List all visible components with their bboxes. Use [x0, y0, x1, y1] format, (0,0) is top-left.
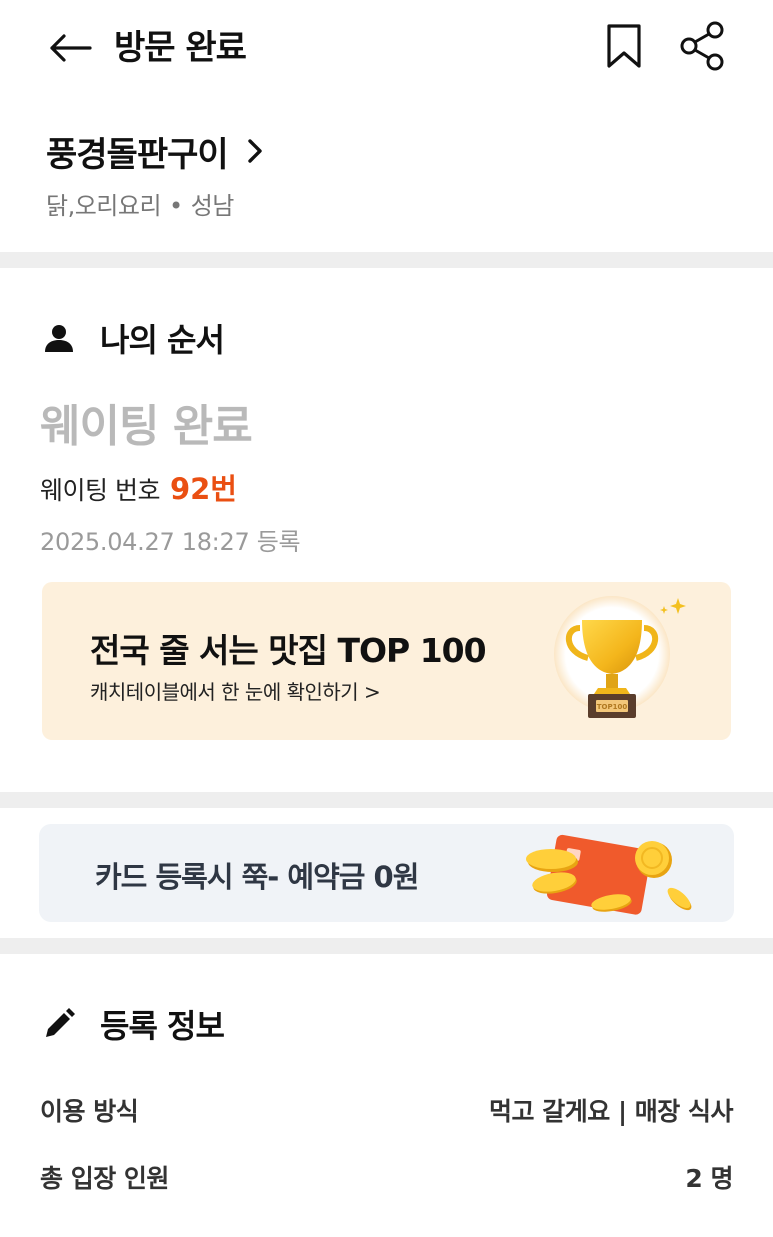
arrow-left-icon	[50, 34, 92, 62]
waiting-number-row: 웨이팅 번호 92번	[40, 466, 237, 508]
my-order-header: 나의 순서	[42, 316, 225, 360]
top100-banner-subtitle: 캐치테이블에서 한 눈에 확인하기 >	[90, 680, 381, 704]
person-icon	[45, 325, 73, 352]
registered-timestamp: 2025.04.27 18:27 등록	[40, 528, 301, 556]
store-category: 닭,오리요리	[46, 192, 162, 220]
bookmark-icon	[607, 24, 641, 68]
pencil-icon	[46, 1008, 75, 1037]
store-location: 성남	[190, 192, 235, 220]
registration-title: 등록 정보	[100, 1007, 225, 1045]
meta-separator: •	[169, 192, 183, 220]
top100-banner[interactable]: 전국 줄 서는 맛집 TOP 100 캐치테이블에서 한 눈에 확인하기 > T…	[42, 582, 731, 740]
bookmark-button[interactable]	[598, 18, 650, 74]
share-button[interactable]	[674, 18, 732, 74]
my-order-title: 나의 순서	[100, 321, 225, 359]
credit-card-coins-icon	[526, 834, 692, 915]
page-title: 방문 완료	[114, 28, 247, 68]
card-banner-title: 카드 등록시 쭉- 예약금 0원	[95, 860, 419, 894]
visit-complete-page: 방문 완료 풍경돌판구이 닭,오리요리 • 성남 나의 순서 웨이팅 완료 웨이…	[0, 0, 773, 1237]
top100-banner-title: 전국 줄 서는 맛집 TOP 100	[90, 631, 487, 670]
info-label: 이용 방식	[40, 1097, 139, 1126]
info-row-party-size: 총 입장 인원 2 명	[40, 1157, 733, 1197]
trophy-icon: TOP100	[554, 596, 686, 718]
section-divider	[0, 252, 773, 268]
store-meta: 닭,오리요리 • 성남	[46, 186, 234, 221]
share-icon	[680, 21, 724, 71]
card-register-banner[interactable]: 카드 등록시 쭉- 예약금 0원	[39, 824, 734, 922]
chevron-right-icon	[246, 137, 264, 165]
trophy-plate-text: TOP100	[597, 703, 628, 711]
store-name: 풍경돌판구이	[46, 134, 229, 175]
waiting-number-label: 웨이팅 번호	[40, 476, 160, 505]
waiting-status: 웨이팅 완료	[40, 401, 253, 452]
section-divider	[0, 792, 773, 808]
app-header: 방문 완료	[0, 0, 773, 96]
registration-header: 등록 정보	[42, 1002, 225, 1046]
info-value: 2 명	[685, 1164, 733, 1193]
info-value: 먹고 갈게요 | 매장 식사	[489, 1097, 733, 1126]
waiting-number-value: 92번	[169, 472, 237, 506]
store-name-link[interactable]: 풍경돌판구이	[46, 126, 264, 176]
section-divider	[0, 938, 773, 954]
info-row-usage-type: 이용 방식 먹고 갈게요 | 매장 식사	[40, 1090, 733, 1130]
info-label: 총 입장 인원	[40, 1164, 169, 1193]
back-button[interactable]	[44, 22, 96, 74]
